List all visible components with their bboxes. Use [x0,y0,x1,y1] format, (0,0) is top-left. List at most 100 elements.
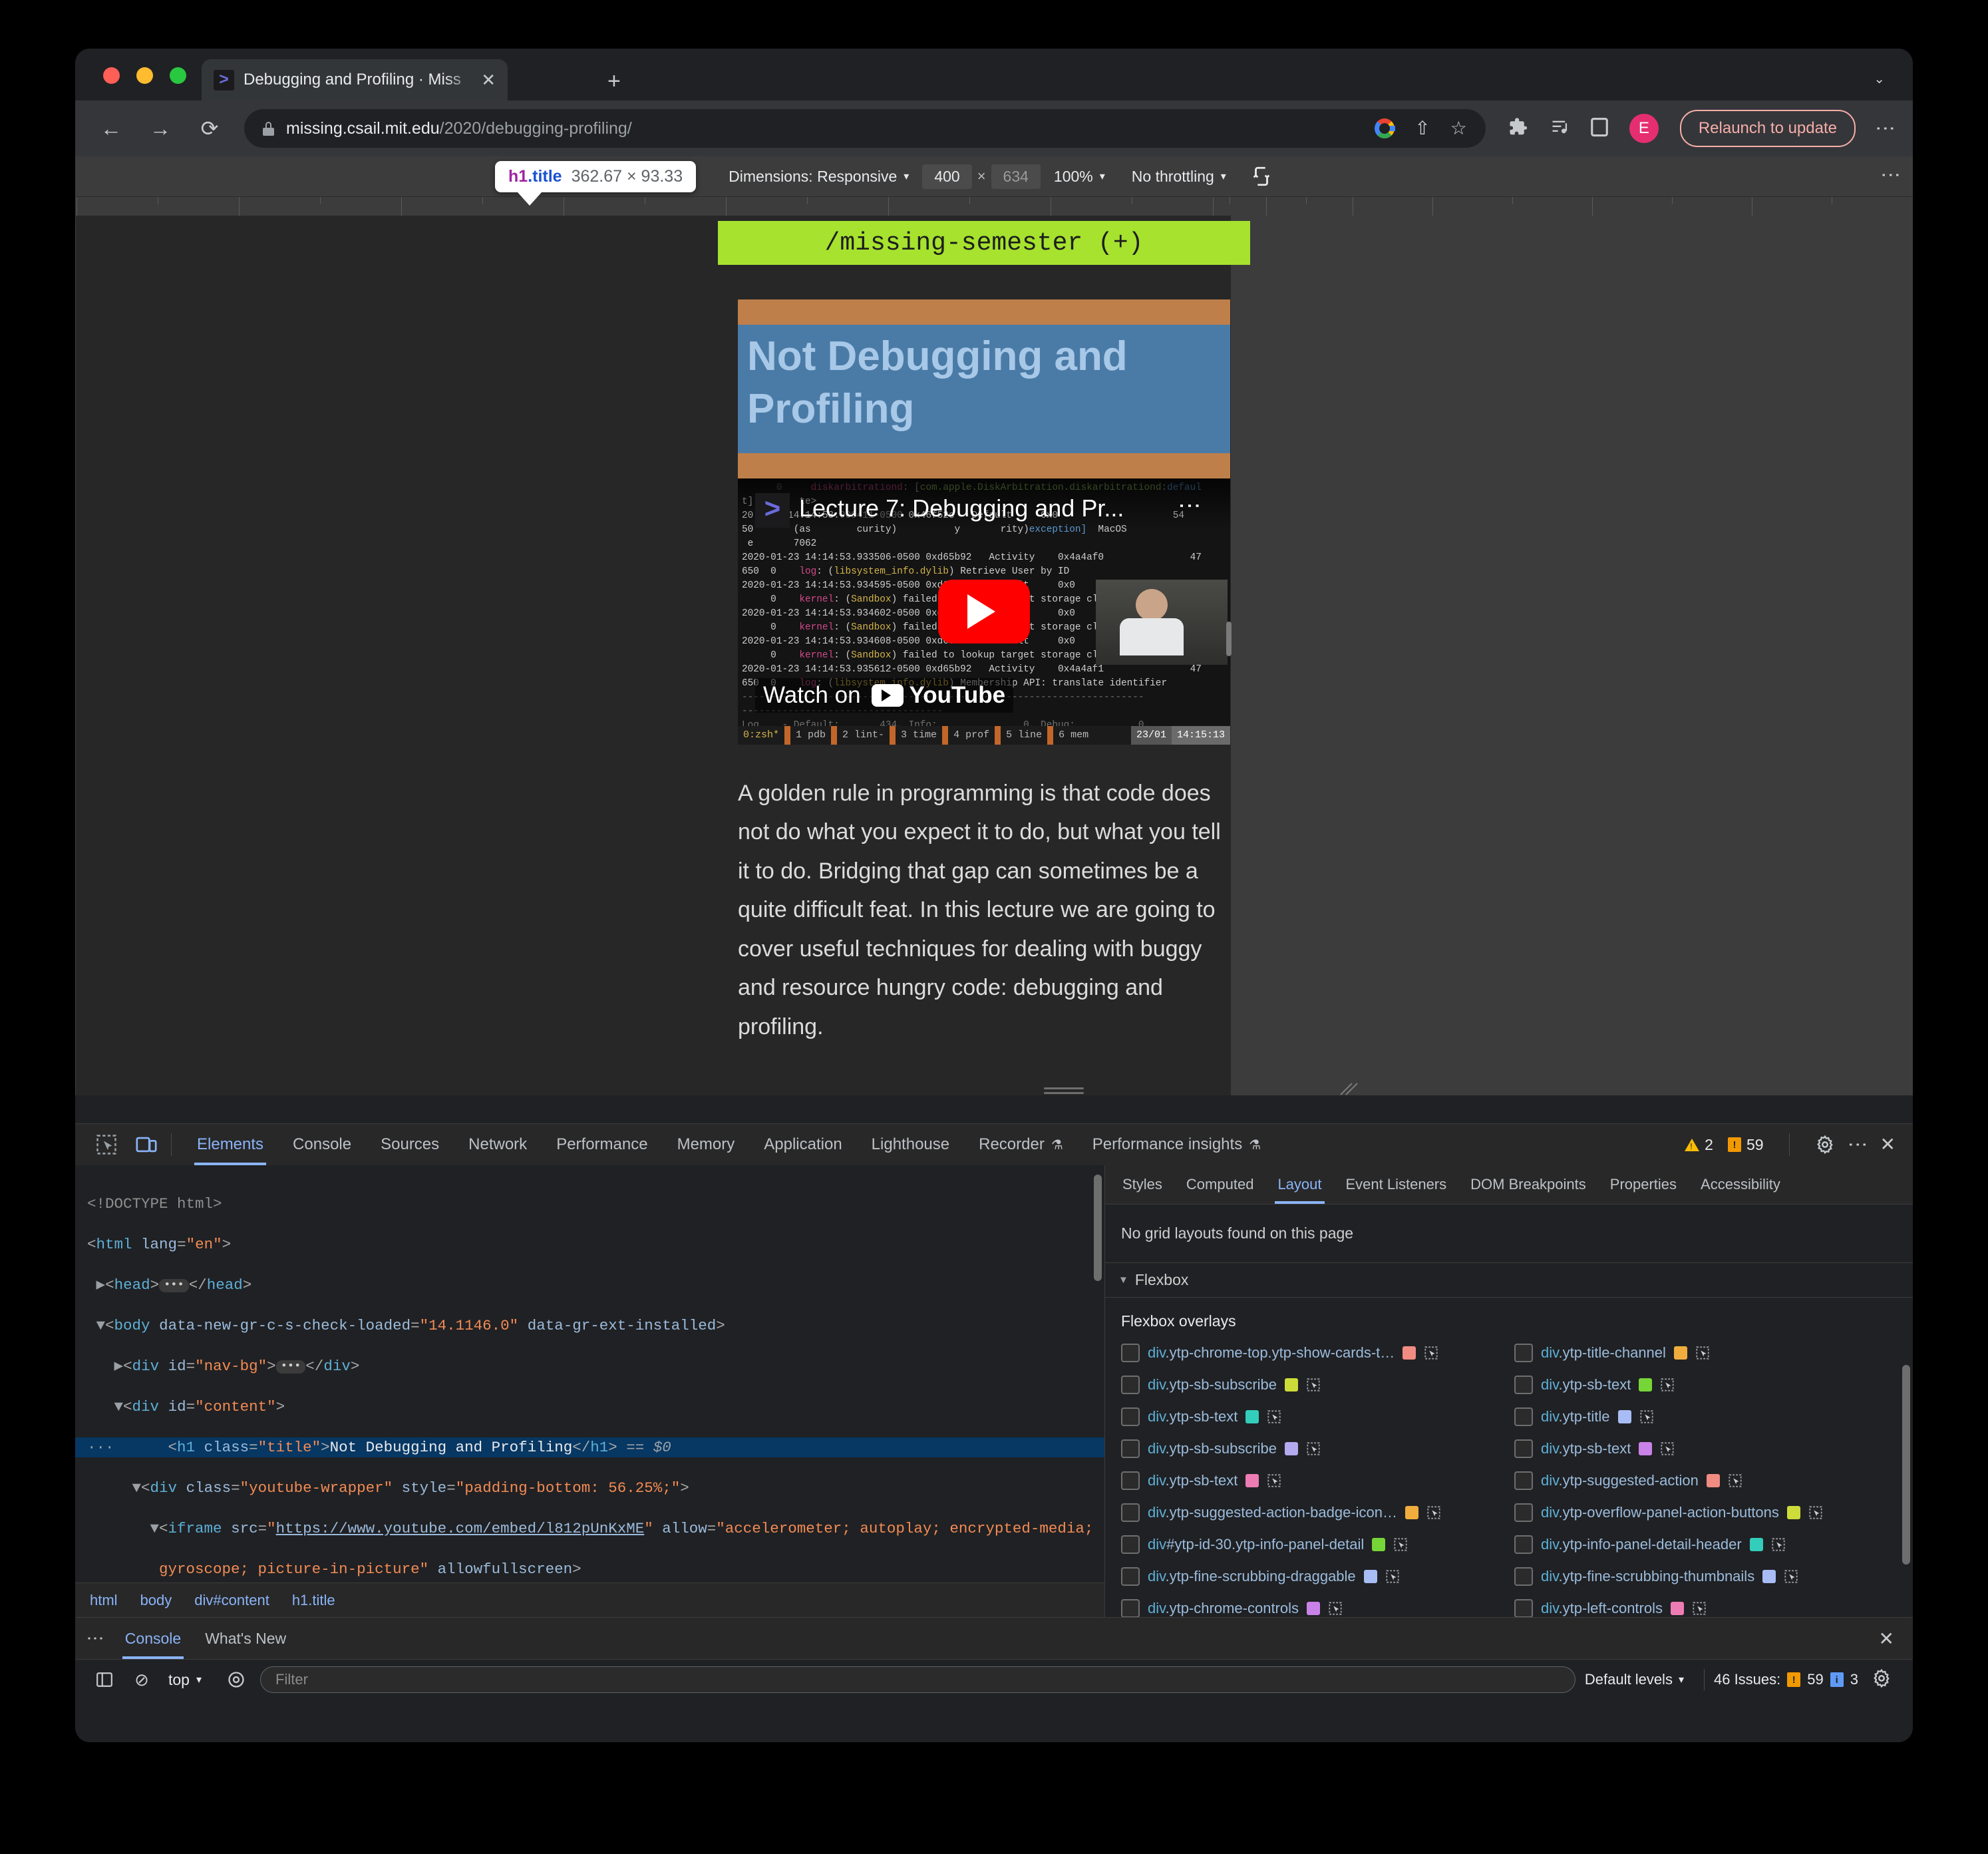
reveal-element-icon[interactable] [1692,1601,1707,1616]
flexbox-overlay-checkbox[interactable] [1121,1599,1140,1618]
rotate-icon[interactable] [1250,165,1273,188]
tab-console[interactable]: Console [278,1124,366,1165]
flexbox-overlay-checkbox[interactable] [1514,1535,1533,1554]
flexbox-overlay-checkbox[interactable] [1514,1439,1533,1458]
flexbox-overlay-row[interactable]: div.ytp-sb-text [1116,1465,1509,1497]
flexbox-overlay-row[interactable]: div.ytp-suggested-action-badge-icon… [1116,1497,1509,1529]
flexbox-overlay-row[interactable]: div.ytp-sb-text [1509,1369,1902,1401]
flexbox-overlay-selector[interactable]: div.ytp-fine-scrubbing-draggable [1148,1568,1356,1585]
console-levels-select[interactable]: Default levels ▾ [1585,1671,1684,1688]
console-sidebar-toggle-icon[interactable] [90,1665,119,1694]
reveal-element-icon[interactable] [1426,1505,1441,1520]
flexbox-overlay-checkbox[interactable] [1514,1344,1533,1362]
share-icon[interactable]: ⇧ [1414,119,1430,138]
dom-row[interactable]: ▶<head> ••• </head> [75,1275,1104,1296]
flexbox-overlay-color-swatch[interactable] [1706,1474,1720,1487]
browser-menu-icon[interactable]: ⋮ [1874,118,1896,138]
reload-button[interactable]: ⟳ [192,111,227,146]
tab-network[interactable]: Network [454,1124,542,1165]
flexbox-overlay-selector[interactable]: div.ytp-sb-text [1148,1472,1238,1489]
back-button[interactable]: ← [94,111,128,146]
flexbox-overlay-checkbox[interactable] [1121,1535,1140,1554]
tab-search-chevron-down-icon[interactable]: ⌄ [1874,73,1885,86]
reveal-element-icon[interactable] [1784,1569,1798,1584]
viewport-corner-resize-handle[interactable] [1339,1081,1357,1098]
flexbox-overlay-color-swatch[interactable] [1639,1442,1653,1455]
console-settings-gear-icon[interactable] [1872,1668,1892,1692]
watch-on-youtube-button[interactable]: Watch on YouTube [755,677,1014,713]
reveal-element-icon[interactable] [1328,1601,1343,1616]
flexbox-overlay-row[interactable]: div.ytp-sb-text [1509,1433,1902,1465]
flexbox-overlay-color-swatch[interactable] [1403,1346,1416,1360]
flexbox-overlay-selector[interactable]: div.ytp-sb-text [1541,1440,1631,1457]
forward-button[interactable]: → [143,111,178,146]
dom-row[interactable]: ▶<div id="nav-bg"> ••• </div> [75,1356,1104,1377]
relaunch-to-update-button[interactable]: Relaunch to update [1679,110,1856,147]
breadcrumb-html[interactable]: html [90,1592,118,1609]
flexbox-overlay-color-swatch[interactable] [1749,1538,1763,1551]
flexbox-overlay-row[interactable]: div.ytp-title-channel [1509,1337,1902,1369]
dom-row[interactable]: <!DOCTYPE html> [75,1194,1104,1214]
console-filter-input[interactable]: Filter [260,1666,1575,1693]
reveal-element-icon[interactable] [1424,1346,1438,1360]
tab-event-listeners[interactable]: Event Listeners [1334,1165,1459,1204]
flexbox-overlay-checkbox[interactable] [1121,1344,1140,1362]
flexbox-overlay-checkbox[interactable] [1514,1599,1533,1618]
dimensions-select[interactable]: Dimensions: Responsive ▾ [729,168,909,186]
tab-dom-breakpoints[interactable]: DOM Breakpoints [1458,1165,1598,1204]
viewport-scrollbar[interactable] [1226,622,1232,656]
flexbox-overlay-row[interactable]: div.ytp-suggested-action [1509,1465,1902,1497]
tab-elements[interactable]: Elements [182,1124,278,1165]
bookmark-star-icon[interactable]: ☆ [1450,119,1467,138]
devtools-more-menu-icon[interactable]: ⋮ [1847,1135,1869,1155]
drawer-close-icon[interactable]: ✕ [1879,1628,1913,1650]
flexbox-overlay-selector[interactable]: div.ytp-sb-text [1541,1376,1631,1393]
flexbox-overlay-selector[interactable]: div.ytp-title-channel [1541,1344,1666,1362]
new-tab-button[interactable]: + [607,70,621,93]
breadcrumb-body[interactable]: body [140,1592,172,1609]
flexbox-overlay-checkbox[interactable] [1121,1471,1140,1490]
device-toolbar-icon[interactable] [132,1131,160,1159]
breadcrumb-div-content[interactable]: div#content [194,1592,269,1609]
flexbox-overlay-selector[interactable]: div.ytp-sb-subscribe [1148,1376,1277,1393]
errors-badge[interactable]: ! 59 [1727,1136,1764,1154]
flexbox-overlay-row[interactable]: div.ytp-chrome-top.ytp-show-cards-t… [1116,1337,1509,1369]
dom-row[interactable]: <html lang="en"> [75,1234,1104,1255]
flexbox-overlay-checkbox[interactable] [1514,1503,1533,1522]
flexbox-overlay-row[interactable]: div.ytp-title [1509,1401,1902,1433]
tab-memory[interactable]: Memory [663,1124,750,1165]
tab-close-icon[interactable]: ✕ [481,71,496,89]
tab-lighthouse[interactable]: Lighthouse [857,1124,964,1165]
tab-accessibility[interactable]: Accessibility [1689,1165,1792,1204]
close-window-button[interactable] [103,67,120,84]
flexbox-overlay-row[interactable]: div.ytp-sb-subscribe [1116,1433,1509,1465]
minimize-window-button[interactable] [136,67,153,84]
flexbox-overlay-selector[interactable]: div.ytp-sb-text [1148,1408,1238,1425]
flexbox-overlay-checkbox[interactable] [1121,1407,1140,1426]
devtools-settings-gear-icon[interactable] [1815,1135,1835,1155]
flexbox-overlay-color-swatch[interactable] [1639,1378,1653,1391]
maximize-window-button[interactable] [170,67,186,84]
dom-row[interactable]: ▼<div class="youtube-wrapper" style="pad… [75,1478,1104,1499]
flexbox-overlay-checkbox[interactable] [1121,1503,1140,1522]
dom-row[interactable]: ▼<iframe src="https://www.youtube.com/em… [75,1519,1104,1539]
flexbox-overlay-row[interactable]: div.ytp-info-panel-detail-header [1509,1529,1902,1561]
drawer-tab-whats-new[interactable]: What's New [193,1618,298,1659]
clear-console-icon[interactable]: ⊘ [127,1665,156,1694]
throttling-select[interactable]: No throttling ▾ [1132,168,1226,186]
reveal-element-icon[interactable] [1808,1505,1823,1520]
reveal-element-icon[interactable] [1306,1441,1321,1456]
reveal-element-icon[interactable] [1728,1473,1742,1488]
tab-styles[interactable]: Styles [1110,1165,1174,1204]
flexbox-overlay-row[interactable]: div.ytp-fine-scrubbing-draggable [1116,1561,1509,1592]
flexbox-overlay-row[interactable]: div.ytp-sb-subscribe [1116,1369,1509,1401]
flexbox-overlay-checkbox[interactable] [1121,1439,1140,1458]
flexbox-overlay-color-swatch[interactable] [1762,1570,1776,1583]
devtools-close-icon[interactable]: ✕ [1880,1135,1896,1154]
flexbox-overlay-checkbox[interactable] [1514,1471,1533,1490]
flexbox-overlay-color-swatch[interactable] [1285,1378,1299,1391]
flexbox-overlay-row[interactable]: div.ytp-chrome-controls [1116,1592,1509,1618]
dom-tree-scrollbar[interactable] [1094,1175,1102,1281]
reveal-element-icon[interactable] [1267,1473,1281,1488]
video-more-menu-icon[interactable]: ⋮ [1177,494,1202,517]
